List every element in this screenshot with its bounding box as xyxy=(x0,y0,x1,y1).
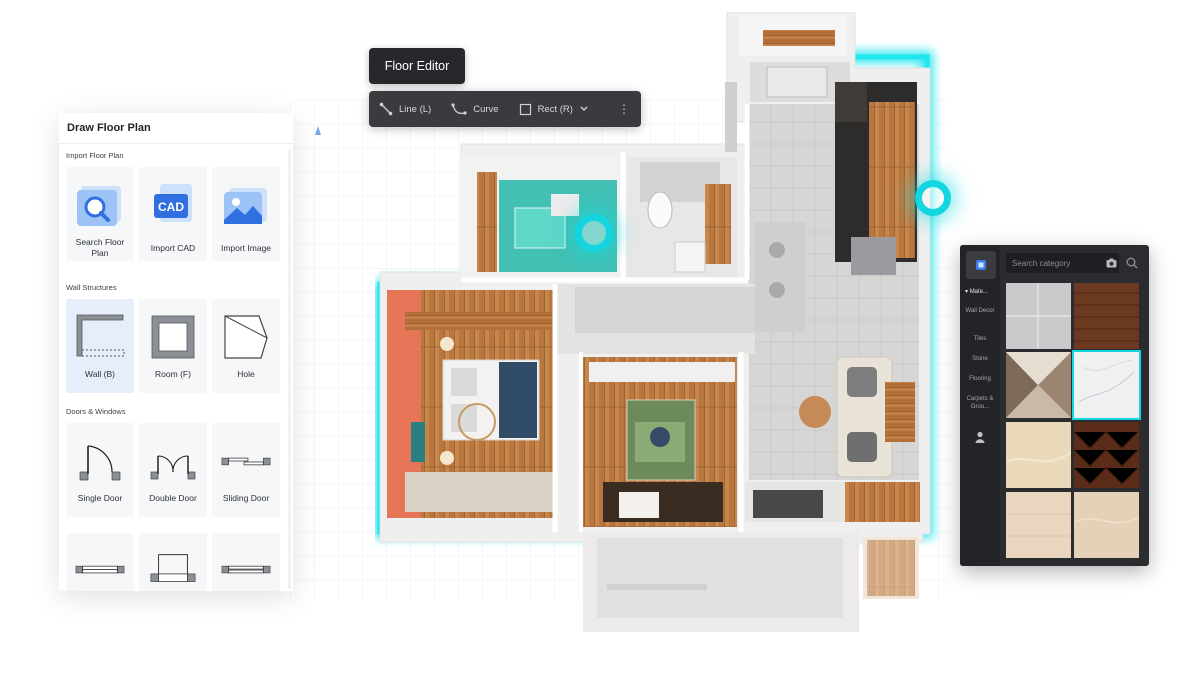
tool-curve-button[interactable]: Curve xyxy=(441,91,508,127)
tool-rect-button[interactable]: Rect (R) xyxy=(509,91,599,127)
material-swatch-brown-wood[interactable] xyxy=(1074,283,1139,349)
rect-icon xyxy=(519,103,531,115)
window-icon-2 xyxy=(147,545,199,591)
wall-handle-right[interactable] xyxy=(915,180,951,216)
search-category-placeholder: Search category xyxy=(1012,258,1071,268)
double-door-icon xyxy=(147,435,199,487)
window-card-1[interactable] xyxy=(66,533,134,591)
chevron-down-icon[interactable] xyxy=(579,105,589,113)
category-carpets[interactable]: Carpets & Grou... xyxy=(960,395,1000,411)
section-import-floor-plan: Import Floor Plan xyxy=(66,151,124,160)
room-label: Room (F) xyxy=(155,369,191,379)
import-cad-card[interactable]: CAD Import CAD xyxy=(139,167,207,261)
wall-handle-left[interactable] xyxy=(575,214,613,252)
panel-title: Draw Floor Plan xyxy=(59,113,293,144)
category-wall-decor[interactable]: Wall Decor xyxy=(960,307,1000,315)
import-cad-label: Import CAD xyxy=(150,243,196,253)
more-options-icon[interactable]: ⋮ xyxy=(618,102,630,116)
hole-card[interactable]: Hole xyxy=(212,299,280,393)
wall-card[interactable]: Wall (B) xyxy=(66,299,134,393)
room-icon xyxy=(147,311,199,363)
floor-editor-title: Floor Editor xyxy=(369,48,465,84)
tool-rect-label: Rect (R) xyxy=(537,103,573,115)
material-swatch-beige-marble[interactable] xyxy=(1006,422,1071,488)
double-door-label: Double Door xyxy=(149,493,197,503)
import-image-label: Import Image xyxy=(220,243,272,253)
single-door-label: Single Door xyxy=(77,493,123,503)
material-icon xyxy=(976,260,986,270)
search-floor-plan-icon xyxy=(74,179,126,231)
section-doors-windows: Doors & Windows xyxy=(66,407,126,416)
sliding-door-icon xyxy=(220,435,272,487)
window-card-2[interactable] xyxy=(139,533,207,591)
room-card[interactable]: Room (F) xyxy=(139,299,207,393)
search-floor-plan-card[interactable]: Search Floor Plan xyxy=(66,167,134,261)
draw-toolbar: Line (L) Curve Rect (R) ⋮ xyxy=(369,91,641,127)
tool-curve-label: Curve xyxy=(473,103,499,115)
curve-icon xyxy=(451,103,467,115)
line-icon xyxy=(379,102,393,116)
import-image-card[interactable]: Import Image xyxy=(212,167,280,261)
search-icon[interactable] xyxy=(1126,257,1138,269)
sliding-door-card[interactable]: Sliding Door xyxy=(212,423,280,517)
double-door-card[interactable]: Double Door xyxy=(139,423,207,517)
user-icon[interactable] xyxy=(975,431,985,443)
tool-line-button[interactable]: Line (L) xyxy=(369,91,441,127)
tool-line-label: Line (L) xyxy=(399,103,432,115)
section-wall-structures: Wall Structures xyxy=(66,283,117,292)
window-icon-1 xyxy=(74,545,126,591)
single-door-icon xyxy=(74,435,126,487)
import-cad-icon: CAD xyxy=(147,179,199,231)
floor-planner-canvas[interactable]: Floor Editor Line (L) Curve Rect (R) ⋮ D… xyxy=(0,0,1200,674)
material-swatch-light-wood[interactable] xyxy=(1006,492,1071,558)
material-swatch-parquet[interactable] xyxy=(1006,352,1071,418)
search-category-input[interactable]: Search category xyxy=(1006,253,1119,273)
canvas-pin-icon xyxy=(315,126,321,135)
panel-title-text: Draw Floor Plan xyxy=(67,122,151,134)
category-materials[interactable]: ▾ Mate... xyxy=(960,288,1000,296)
category-tiles[interactable]: Tiles xyxy=(960,335,1000,343)
search-floor-plan-label: Search Floor Plan xyxy=(75,237,125,258)
material-swatch-concrete-tile[interactable] xyxy=(1006,283,1071,349)
window-card-3[interactable] xyxy=(212,533,280,591)
cad-text: CAD xyxy=(158,200,184,214)
sliding-door-label: Sliding Door xyxy=(222,493,270,503)
wall-label: Wall (B) xyxy=(85,369,115,379)
window-icon-3 xyxy=(220,545,272,591)
category-materials-label: Mate... xyxy=(969,289,989,295)
import-image-icon xyxy=(220,179,272,231)
material-swatch-herringbone[interactable] xyxy=(1074,422,1139,488)
material-swatch-white-marble[interactable] xyxy=(1072,350,1141,420)
draw-floor-plan-panel: Draw Floor Plan Import Floor Plan Search… xyxy=(59,113,293,591)
material-swatch-cream-stone[interactable] xyxy=(1074,492,1139,558)
panel-scrollbar[interactable] xyxy=(288,149,291,589)
hole-icon xyxy=(220,311,272,363)
material-panel: ▾ Mate... Wall Decor Tiles Stone Floorin… xyxy=(960,245,1149,566)
wall-icon xyxy=(74,311,126,363)
camera-icon[interactable] xyxy=(1106,258,1117,268)
material-tab-button[interactable] xyxy=(966,251,996,279)
floor-editor-title-text: Floor Editor xyxy=(384,59,450,73)
hole-label: Hole xyxy=(237,369,255,379)
category-stone[interactable]: Stone xyxy=(960,355,1000,363)
category-flooring[interactable]: Flooring xyxy=(960,375,1000,383)
single-door-card[interactable]: Single Door xyxy=(66,423,134,517)
